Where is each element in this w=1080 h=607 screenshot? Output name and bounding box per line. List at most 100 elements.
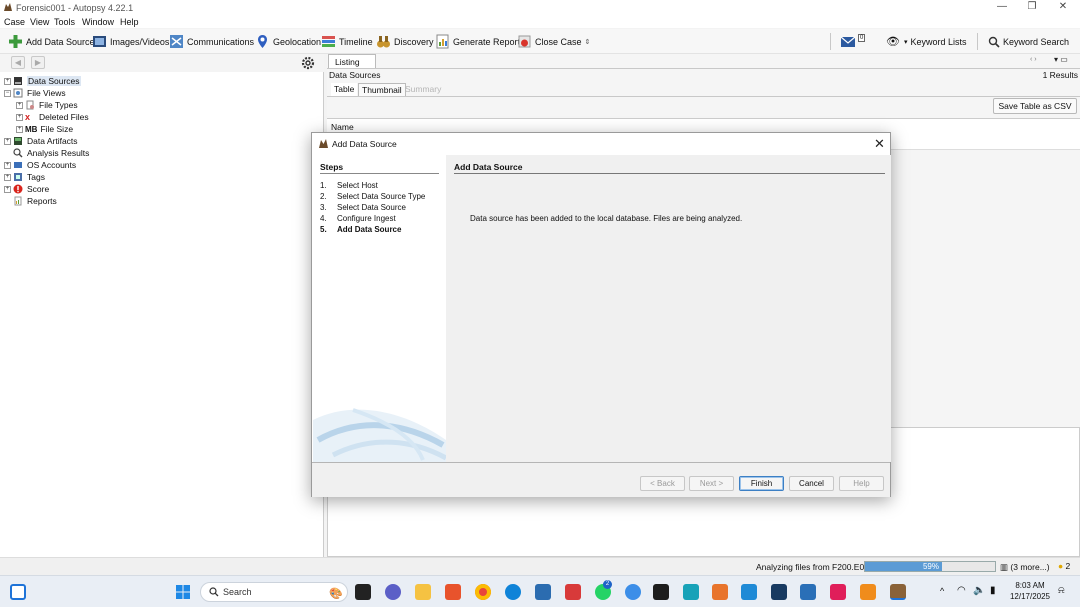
battery-icon[interactable]: ▮ xyxy=(990,585,996,596)
tree-item-reports[interactable]: Reports xyxy=(13,195,57,207)
tree-item-file-views[interactable]: − File Views xyxy=(4,87,66,99)
tree-item-data-sources[interactable]: + Data Sources xyxy=(4,75,81,87)
dialog-button-bar: < Back Next > Finish Cancel Help xyxy=(312,462,890,497)
menu-view[interactable]: View xyxy=(30,17,49,27)
pdf-app-icon[interactable] xyxy=(445,584,461,600)
expand-icon[interactable]: + xyxy=(16,113,23,121)
back-button[interactable]: < Back xyxy=(640,476,685,491)
expand-icon[interactable]: + xyxy=(4,137,11,145)
chrome-icon[interactable] xyxy=(475,584,491,600)
expand-icon[interactable]: + xyxy=(4,173,11,181)
taskbar-clock[interactable]: 8:03 AM 12/17/2025 xyxy=(1006,580,1054,602)
tray-chevron-icon[interactable]: ^ xyxy=(940,586,944,596)
tree-item-deleted-files[interactable]: + x Deleted Files xyxy=(16,111,89,123)
vlc-icon[interactable] xyxy=(860,584,876,600)
more-tasks-link[interactable]: ▥ (3 more...) xyxy=(1000,562,1050,573)
keyword-lists-button[interactable]: 👁 ▾ Keyword Lists xyxy=(886,33,967,50)
add-data-source-button[interactable]: Add Data Source xyxy=(8,33,95,50)
slack-icon[interactable] xyxy=(830,584,846,600)
magnifier-icon xyxy=(13,148,23,158)
film-icon xyxy=(93,36,106,47)
autopsy-taskbar-icon[interactable] xyxy=(890,584,906,600)
tree-item-file-size[interactable]: + MB File Size xyxy=(16,123,73,135)
menu-bar: Case View Tools Window Help xyxy=(0,15,1080,28)
images-videos-button[interactable]: Images/Videos xyxy=(92,33,169,50)
tab-menu-icon[interactable]: ▾ ▭ xyxy=(1054,55,1068,64)
step-item-current: 5. Add Data Source xyxy=(320,225,402,234)
tab-scroll-arrows-icon[interactable]: ‹ › xyxy=(1030,56,1037,63)
expand-icon[interactable]: + xyxy=(4,161,11,169)
tree-item-data-artifacts[interactable]: + Data Artifacts xyxy=(4,135,78,147)
communications-button[interactable]: Communications xyxy=(169,33,254,50)
search-placeholder: Search xyxy=(223,587,252,597)
more-tasks-label: (3 more...) xyxy=(1010,562,1050,572)
close-case-button[interactable]: Close Case ⇕ xyxy=(517,33,590,50)
generate-report-button[interactable]: Generate Report xyxy=(435,33,520,50)
collapse-icon[interactable]: − xyxy=(4,89,11,97)
gear-icon[interactable] xyxy=(301,56,315,70)
clock-time: 8:03 AM xyxy=(1015,581,1045,590)
tab-summary[interactable]: Summary xyxy=(402,83,444,96)
task-view-icon[interactable] xyxy=(355,584,371,600)
close-window-button[interactable]: ✕ xyxy=(1053,1,1073,14)
step-item: 4. Configure Ingest xyxy=(320,214,396,223)
cancel-button[interactable]: Cancel xyxy=(789,476,834,491)
wps-office-icon[interactable] xyxy=(565,584,581,600)
browser-icon[interactable] xyxy=(625,584,641,600)
terminal-icon[interactable] xyxy=(653,584,669,600)
menu-case[interactable]: Case xyxy=(4,17,25,27)
ingest-progress-bar[interactable]: 59% xyxy=(864,561,996,572)
menu-window[interactable]: Window xyxy=(82,17,114,27)
expand-icon[interactable]: + xyxy=(16,125,23,133)
expand-icon[interactable]: + xyxy=(4,185,11,193)
tree-item-score[interactable]: + Score xyxy=(4,183,49,195)
expand-icon[interactable]: + xyxy=(16,101,23,109)
tab-listing[interactable]: Listing xyxy=(328,54,376,68)
tree-item-analysis-results[interactable]: Analysis Results xyxy=(13,147,89,159)
forward-arrow-icon[interactable]: ▶ xyxy=(31,56,45,69)
sublime-icon[interactable] xyxy=(712,584,728,600)
tab-table[interactable]: Table xyxy=(331,83,358,96)
tree-item-file-types[interactable]: + File Types xyxy=(16,99,78,111)
vscode-icon[interactable] xyxy=(741,584,757,600)
steps-panel: Steps 1. Select Host 2. Select Data Source… xyxy=(313,155,446,462)
ingest-messages-button[interactable]: 0 xyxy=(840,33,866,50)
next-button[interactable]: Next > xyxy=(689,476,734,491)
timeline-button[interactable]: Timeline xyxy=(321,33,373,50)
artifacts-icon xyxy=(14,137,22,145)
virtualbox-icon[interactable] xyxy=(771,584,787,600)
widgets-icon[interactable] xyxy=(10,584,26,600)
minimize-button[interactable]: — xyxy=(992,1,1012,14)
column-header-name[interactable]: Name xyxy=(331,122,354,132)
start-windows-icon[interactable] xyxy=(175,584,191,600)
file-views-icon xyxy=(13,88,23,98)
notifications-bell-icon[interactable]: ⍾ xyxy=(1058,585,1065,596)
pycharm-icon[interactable] xyxy=(683,584,699,600)
menu-tools[interactable]: Tools xyxy=(54,17,75,27)
save-table-csv-button[interactable]: Save Table as CSV xyxy=(993,98,1077,114)
edge-icon[interactable] xyxy=(505,584,521,600)
finish-button[interactable]: Finish xyxy=(739,476,784,491)
close-icon[interactable]: ✕ xyxy=(874,136,885,152)
geolocation-button[interactable]: Geolocation xyxy=(255,33,321,50)
teams-chat-icon[interactable] xyxy=(385,584,401,600)
store-icon[interactable] xyxy=(535,584,551,600)
restore-button[interactable]: ❐ xyxy=(1022,1,1042,14)
tab-thumbnail[interactable]: Thumbnail xyxy=(358,83,406,96)
file-explorer-icon[interactable] xyxy=(415,584,431,600)
keyword-search-button[interactable]: Keyword Search xyxy=(988,33,1069,50)
expand-icon[interactable]: + xyxy=(4,77,11,85)
tree-item-os-accounts[interactable]: + OS Accounts xyxy=(4,159,76,171)
volume-icon[interactable]: 🔈 xyxy=(973,585,985,596)
notepad-icon[interactable] xyxy=(800,584,816,600)
tree-item-tags[interactable]: + Tags xyxy=(4,171,45,183)
notifications-indicator[interactable]: ● 2 xyxy=(1058,561,1070,571)
discovery-button[interactable]: Discovery xyxy=(376,33,434,50)
toolbar-separator xyxy=(977,33,978,50)
taskbar-search-box[interactable]: Search 🎨 xyxy=(200,582,348,602)
menu-help[interactable]: Help xyxy=(120,17,139,27)
wifi-icon[interactable]: ◠ xyxy=(957,585,966,596)
back-arrow-icon[interactable]: ◀ xyxy=(11,56,25,69)
tree-label: Data Artifacts xyxy=(27,136,78,146)
help-button[interactable]: Help xyxy=(839,476,884,491)
